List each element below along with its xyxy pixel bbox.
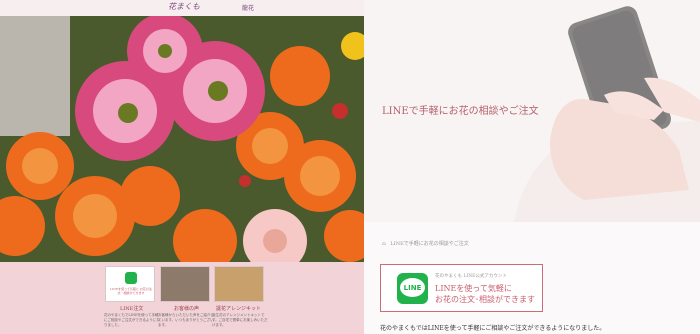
breadcrumb: ⌂ LINEで手軽にお花の相談やご注文 [382,240,469,247]
page-headline: LINEで手軽にお花の相談やご注文 [382,106,539,117]
flower-hero-image [0,16,364,262]
site-nav-label[interactable]: 龍花 [242,3,254,12]
card-text-kit: 誕生花のアレンジメントキットです。ご自宅で簡単にお楽しみいただけます。 [212,313,268,327]
customer-voice-card[interactable] [160,266,210,302]
line-official-account-banner[interactable]: LINE 花のやまくも LINE公式アカウント LINEを使って気軽に お花の注… [380,264,543,312]
line-logo-label: LINE [403,284,422,292]
line-banner-title-2: お花の注文･相談ができます [435,295,535,304]
line-banner-title-1: LINEを使って気軽に [435,284,512,293]
arrangement-kit-card[interactable] [214,266,264,302]
card-title-voice[interactable]: お客様の声 [174,305,199,312]
line-banner-subtitle: 花のやまくも LINE公式アカウント [435,274,507,279]
line-order-card[interactable]: LINEを使って気軽に お花の注文・相談ができます [105,266,155,302]
site-logo[interactable]: 花まくも [168,1,200,12]
intro-paragraph: 花のやまくもではLINEを使って手軽にご相談やご注文ができるようになりました。 [380,325,606,332]
card-title-kit[interactable]: 誕花アレンジキット [216,305,261,312]
line-logo-icon: LINE [397,273,428,304]
left-site-screenshot: 花まくも 龍花 LINEを使って気軽に お花の注文・相談ができます LINE注文… [0,0,364,334]
line-icon [125,272,137,284]
right-site-screenshot: LINEで手軽にお花の相談やご注文 ⌂ LINEで手軽にお花の相談やご注文 LI… [364,0,700,334]
home-icon[interactable]: ⌂ [382,241,386,247]
card-text-voice: お客様からいただいた声をご紹介しています。いつもありがとうございます。 [158,313,214,327]
card-title-line[interactable]: LINE注文 [120,305,143,312]
card-text-line: 花のやまくもでLINEを使って手軽にご相談やご注文ができるようになりました。 [104,313,160,327]
line-card-caption: LINEを使って気軽に お花の注文・相談ができます [110,287,152,295]
site-header: 花まくも 龍花 [0,0,364,16]
breadcrumb-current: LINEで手軽にお花の相談やご注文 [390,241,469,247]
